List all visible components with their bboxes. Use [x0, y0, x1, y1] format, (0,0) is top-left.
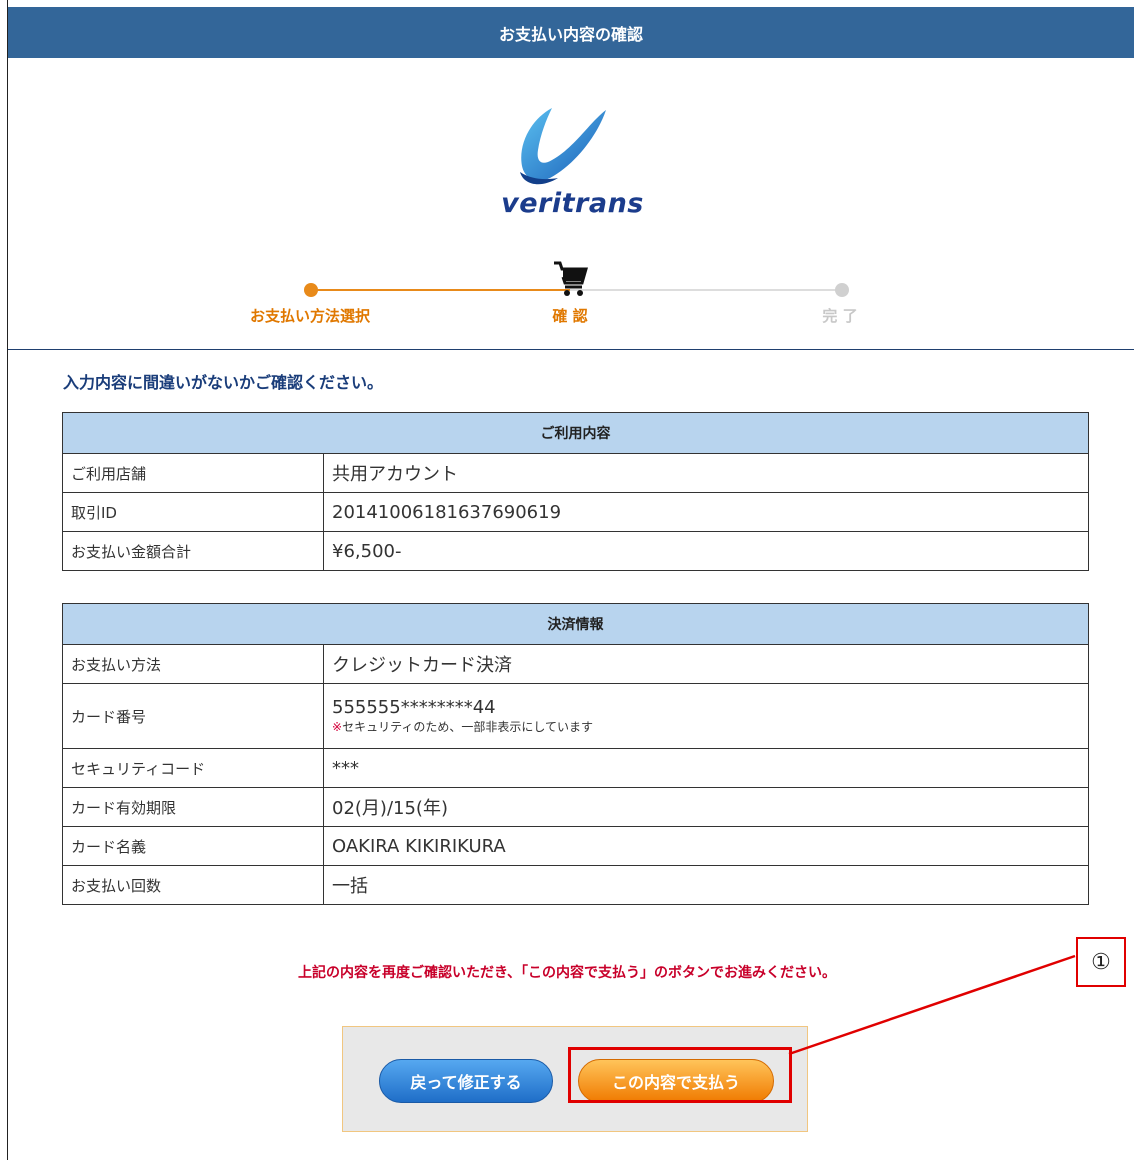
step-dot-3 [835, 283, 849, 297]
logo-text: veritrans [501, 188, 644, 219]
row-label: ご利用店舗 [62, 453, 324, 493]
table-row: お支払い金額合計 ¥6,500- [62, 531, 1089, 571]
veritrans-logo: veritrans [490, 100, 660, 230]
table-row: 取引ID 20141006181637690619 [62, 492, 1089, 532]
usage-table: ご利用内容 ご利用店舗 共用アカウント 取引ID 201410061816376… [62, 412, 1089, 571]
cart-icon [554, 261, 588, 296]
step-label-3: 完 了 [822, 307, 858, 325]
annotation-arrow-icon [788, 954, 1076, 1056]
usage-table-heading: ご利用内容 [62, 412, 1089, 454]
annotation-number: ① [1076, 937, 1126, 987]
row-label: お支払い方法 [62, 644, 324, 684]
progress-steps: お支払い方法選択 確 認 完 了 [180, 255, 920, 335]
row-value: 02(月)/15(年) [323, 787, 1089, 827]
step-line-pending [570, 289, 842, 291]
payment-table: 決済情報 お支払い方法 クレジットカード決済 カード番号 555555*****… [62, 603, 1089, 905]
table-row: ご利用店舗 共用アカウント [62, 453, 1089, 493]
note-text: セキュリティのため、一部非表示にしています [342, 720, 593, 734]
row-value: *** [323, 748, 1089, 788]
table-row: カード番号 555555********44 ※セキュリティのため、一部非表示に… [62, 683, 1089, 749]
row-value: 20141006181637690619 [323, 492, 1089, 532]
page-title: お支払い内容の確認 [498, 24, 643, 44]
row-value: クレジットカード決済 [323, 644, 1089, 684]
row-label: 取引ID [62, 492, 324, 532]
row-value: 一括 [323, 865, 1089, 905]
step-line-done [310, 289, 570, 291]
row-value: ¥6,500- [323, 531, 1089, 571]
table-row: カード有効期限 02(月)/15(年) [62, 787, 1089, 827]
payment-table-heading: 決済情報 [62, 603, 1089, 645]
card-number: 555555********44 [332, 697, 496, 718]
page-header: お支払い内容の確認 [8, 7, 1134, 58]
swoosh-logo-icon [520, 108, 606, 185]
step-label-1: お支払い方法選択 [249, 307, 370, 325]
table-row: セキュリティコード *** [62, 748, 1089, 788]
row-value-card: 555555********44 ※セキュリティのため、一部非表示にしています [323, 683, 1089, 749]
table-row: お支払い回数 一括 [62, 865, 1089, 905]
row-value: 共用アカウント [323, 453, 1089, 493]
row-label: お支払い金額合計 [62, 531, 324, 571]
row-label: カード番号 [62, 683, 324, 749]
row-label: お支払い回数 [62, 865, 324, 905]
row-label: セキュリティコード [62, 748, 324, 788]
row-label: カード名義 [62, 826, 324, 866]
row-label: カード有効期限 [62, 787, 324, 827]
table-row: お支払い方法 クレジットカード決済 [62, 644, 1089, 684]
highlight-box [568, 1047, 792, 1103]
back-button[interactable]: 戻って修正する [379, 1059, 553, 1103]
step-dot-1 [304, 283, 318, 297]
table-row: カード名義 OAKIRA KIKIRIKURA [62, 826, 1089, 866]
masking-note: ※セキュリティのため、一部非表示にしています [332, 718, 1080, 735]
section-divider [8, 349, 1134, 350]
step-label-2: 確 認 [552, 307, 588, 325]
note-mark: ※ [332, 720, 343, 734]
row-value: OAKIRA KIKIRIKURA [323, 826, 1089, 866]
intro-text: 入力内容に間違いがないかご確認ください。 [63, 373, 384, 392]
